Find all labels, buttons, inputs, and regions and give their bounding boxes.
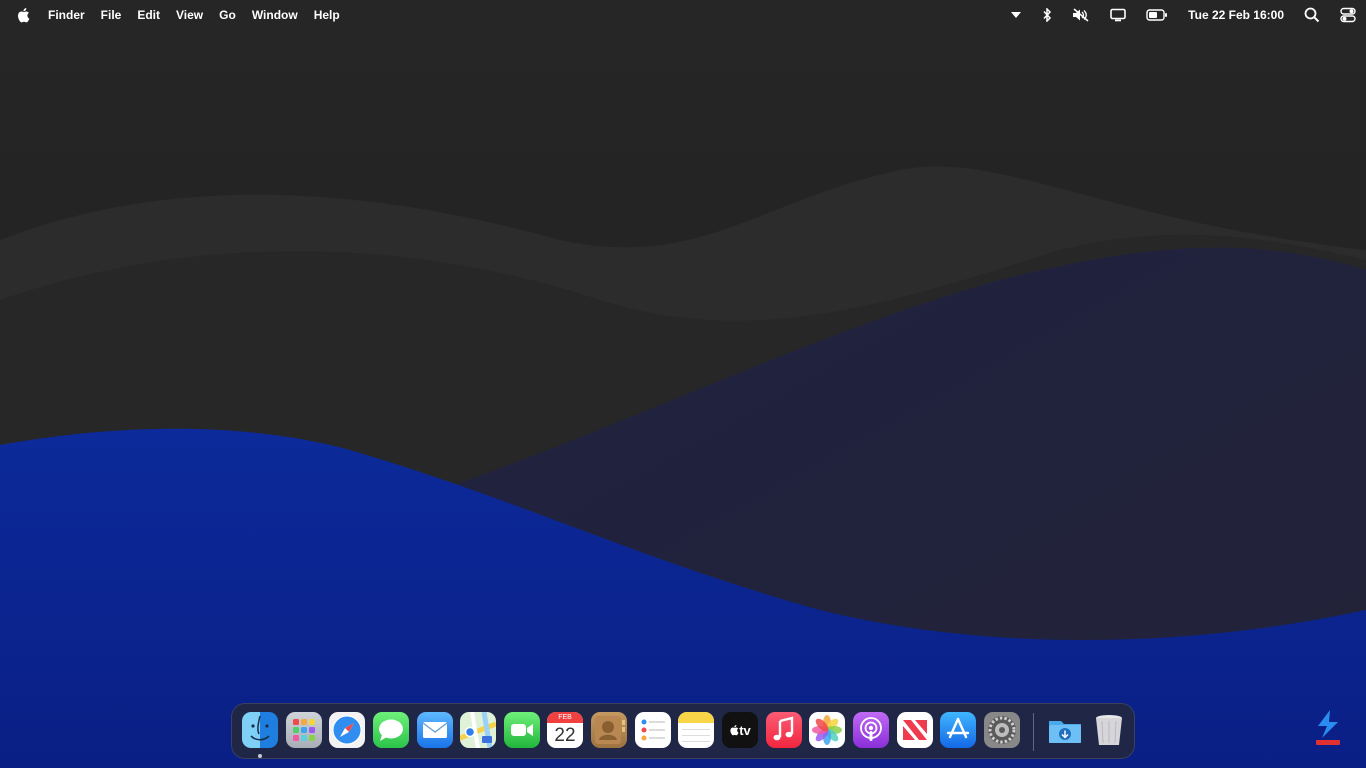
launchpad-icon[interactable] xyxy=(286,712,322,748)
music-icon[interactable] xyxy=(766,712,802,748)
mail-icon[interactable] xyxy=(417,712,453,748)
control-center-icon[interactable] xyxy=(1340,0,1356,30)
calendar-day-label: 22 xyxy=(554,725,576,746)
messages-icon[interactable] xyxy=(373,712,409,748)
menu-window[interactable]: Window xyxy=(244,0,306,30)
safari-icon[interactable] xyxy=(329,712,365,748)
volume-muted-icon[interactable] xyxy=(1072,0,1090,30)
menubar-clock[interactable]: Tue 22 Feb 16:00 xyxy=(1188,8,1284,22)
menu-finder[interactable]: Finder xyxy=(40,0,93,30)
contacts-icon[interactable] xyxy=(591,712,627,748)
channel-watermark-logo xyxy=(1316,710,1340,745)
photos-icon[interactable] xyxy=(809,712,845,748)
apple-logo-icon[interactable] xyxy=(16,7,32,23)
dock-separator xyxy=(1033,713,1034,751)
news-icon[interactable] xyxy=(897,712,933,748)
apple-tv-icon[interactable]: tv xyxy=(722,712,758,748)
calendar-icon[interactable]: FEB 22 xyxy=(547,712,583,748)
finder-running-indicator xyxy=(258,754,262,758)
podcasts-icon[interactable] xyxy=(853,712,889,748)
menu-go[interactable]: Go xyxy=(211,0,244,30)
battery-icon[interactable] xyxy=(1146,0,1168,30)
calendar-month-label: FEB xyxy=(547,712,583,723)
menu-help[interactable]: Help xyxy=(306,0,348,30)
apple-tv-label: tv xyxy=(739,722,751,738)
dock: FEB 22 tv xyxy=(231,703,1135,759)
maps-icon[interactable] xyxy=(460,712,496,748)
desktop-wallpaper xyxy=(0,0,1366,768)
facetime-icon[interactable] xyxy=(504,712,540,748)
system-preferences-icon[interactable] xyxy=(984,712,1020,748)
app-store-icon[interactable] xyxy=(940,712,976,748)
menu-bar: Finder File Edit View Go Window Help Tue… xyxy=(0,0,1366,30)
reminders-icon[interactable] xyxy=(635,712,671,748)
menu-edit[interactable]: Edit xyxy=(129,0,168,30)
spotlight-search-icon[interactable] xyxy=(1304,0,1320,30)
notes-icon[interactable] xyxy=(678,712,714,748)
dropdown-arrow-icon[interactable] xyxy=(1010,0,1022,30)
finder-icon[interactable] xyxy=(242,712,278,748)
trash-icon[interactable] xyxy=(1091,712,1127,748)
menu-file[interactable]: File xyxy=(93,0,130,30)
bluetooth-icon[interactable] xyxy=(1042,0,1052,30)
downloads-folder-icon[interactable] xyxy=(1047,712,1083,748)
menu-view[interactable]: View xyxy=(168,0,211,30)
display-icon[interactable] xyxy=(1110,0,1126,30)
